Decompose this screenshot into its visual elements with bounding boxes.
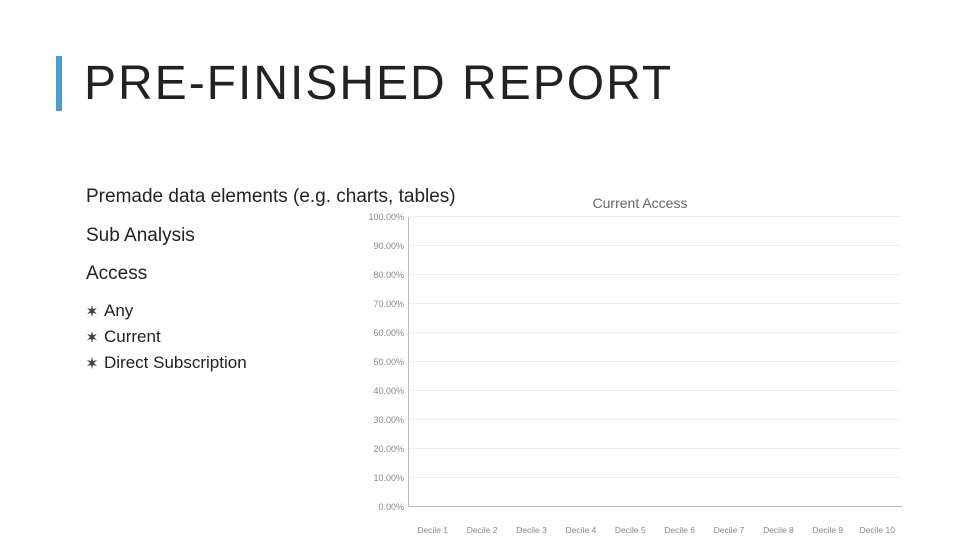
y-tick-label: 40.00% <box>373 386 404 396</box>
bars-container <box>408 217 902 507</box>
starburst-icon <box>86 305 98 317</box>
y-tick-label: 80.00% <box>373 270 404 280</box>
y-tick-label: 10.00% <box>373 473 404 483</box>
x-tick-label: Decile 8 <box>756 525 800 535</box>
page-title: PRE-FINISHED REPORT <box>84 56 673 111</box>
y-tick-label: 100.00% <box>368 212 404 222</box>
bullet-label: Direct Subscription <box>104 353 247 373</box>
y-tick-label: 90.00% <box>373 241 404 251</box>
starburst-icon <box>86 357 98 369</box>
x-tick-label: Decile 5 <box>608 525 652 535</box>
x-axis: Decile 1 Decile 2 Decile 3 Decile 4 Decile 5… <box>408 525 902 535</box>
bullet-label: Current <box>104 327 161 347</box>
accent-bar <box>56 56 62 111</box>
bullet-label: Any <box>104 301 133 321</box>
x-tick-label: Decile 2 <box>460 525 504 535</box>
y-tick-label: 50.00% <box>373 357 404 367</box>
x-tick-label: Decile 7 <box>707 525 751 535</box>
y-tick-label: 0.00% <box>378 502 404 512</box>
y-tick-label: 30.00% <box>373 415 404 425</box>
x-tick-label: Decile 6 <box>657 525 701 535</box>
starburst-icon <box>86 331 98 343</box>
y-axis: 0.00%10.00%20.00%30.00%40.00%50.00%60.00… <box>360 217 404 507</box>
slide: PRE-FINISHED REPORT Premade data element… <box>0 0 960 540</box>
y-tick-label: 70.00% <box>373 299 404 309</box>
x-tick-label: Decile 4 <box>559 525 603 535</box>
heading-wrap: PRE-FINISHED REPORT <box>56 56 673 111</box>
x-tick-label: Decile 3 <box>509 525 553 535</box>
x-tick-label: Decile 10 <box>855 525 899 535</box>
chart-title: Current Access <box>360 195 920 211</box>
x-tick-label: Decile 1 <box>410 525 454 535</box>
x-tick-label: Decile 9 <box>806 525 850 535</box>
y-tick-label: 20.00% <box>373 444 404 454</box>
chart: Current Access 0.00%10.00%20.00%30.00%40… <box>360 195 920 535</box>
plot-area: 0.00%10.00%20.00%30.00%40.00%50.00%60.00… <box>408 217 902 507</box>
y-tick-label: 60.00% <box>373 328 404 338</box>
